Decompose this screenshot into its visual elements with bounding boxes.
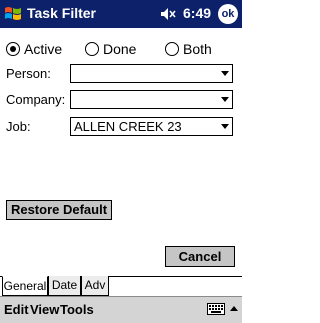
- clock[interactable]: 6:49: [183, 5, 211, 21]
- radio-done-label: Done: [103, 41, 137, 57]
- job-value: ALLEN CREEK 23: [74, 119, 182, 134]
- input-selector-arrow-icon[interactable]: [230, 306, 238, 311]
- radio-active-indicator[interactable]: [6, 42, 20, 56]
- speaker-icon[interactable]: [160, 7, 176, 21]
- keyboard-icon[interactable]: [207, 303, 225, 315]
- title-bar: Task Filter 6:49 ok: [0, 0, 242, 28]
- chevron-down-icon[interactable]: [221, 97, 229, 102]
- person-dropdown[interactable]: [70, 64, 233, 83]
- job-label: Job:: [6, 119, 31, 134]
- tab-bar: General Date Adv: [0, 276, 242, 297]
- radio-active-label: Active: [24, 41, 63, 57]
- job-dropdown[interactable]: ALLEN CREEK 23: [70, 117, 233, 136]
- menu-edit[interactable]: Edit: [4, 302, 29, 317]
- window-title: Task Filter: [27, 5, 96, 21]
- menu-view[interactable]: View: [30, 302, 59, 317]
- radio-both[interactable]: Both: [165, 40, 212, 58]
- radio-done[interactable]: Done: [85, 40, 136, 58]
- ok-button[interactable]: ok: [218, 4, 238, 24]
- chevron-down-icon[interactable]: [221, 124, 229, 129]
- cancel-button[interactable]: Cancel: [165, 246, 235, 267]
- company-label: Company:: [6, 92, 66, 107]
- chevron-down-icon[interactable]: [221, 71, 229, 76]
- tab-general[interactable]: General: [2, 276, 48, 296]
- restore-default-button[interactable]: Restore Default: [6, 200, 112, 220]
- menu-tools[interactable]: Tools: [60, 302, 94, 317]
- radio-done-indicator[interactable]: [85, 42, 99, 56]
- radio-both-indicator[interactable]: [165, 42, 179, 56]
- company-dropdown[interactable]: [70, 90, 233, 109]
- radio-both-label: Both: [183, 41, 212, 57]
- windows-start-icon[interactable]: [3, 4, 23, 24]
- radio-active[interactable]: Active: [6, 40, 62, 58]
- tab-date[interactable]: Date: [48, 276, 81, 296]
- tab-adv[interactable]: Adv: [81, 276, 109, 296]
- person-label: Person:: [6, 66, 51, 81]
- menu-bar: Edit View Tools: [0, 296, 242, 323]
